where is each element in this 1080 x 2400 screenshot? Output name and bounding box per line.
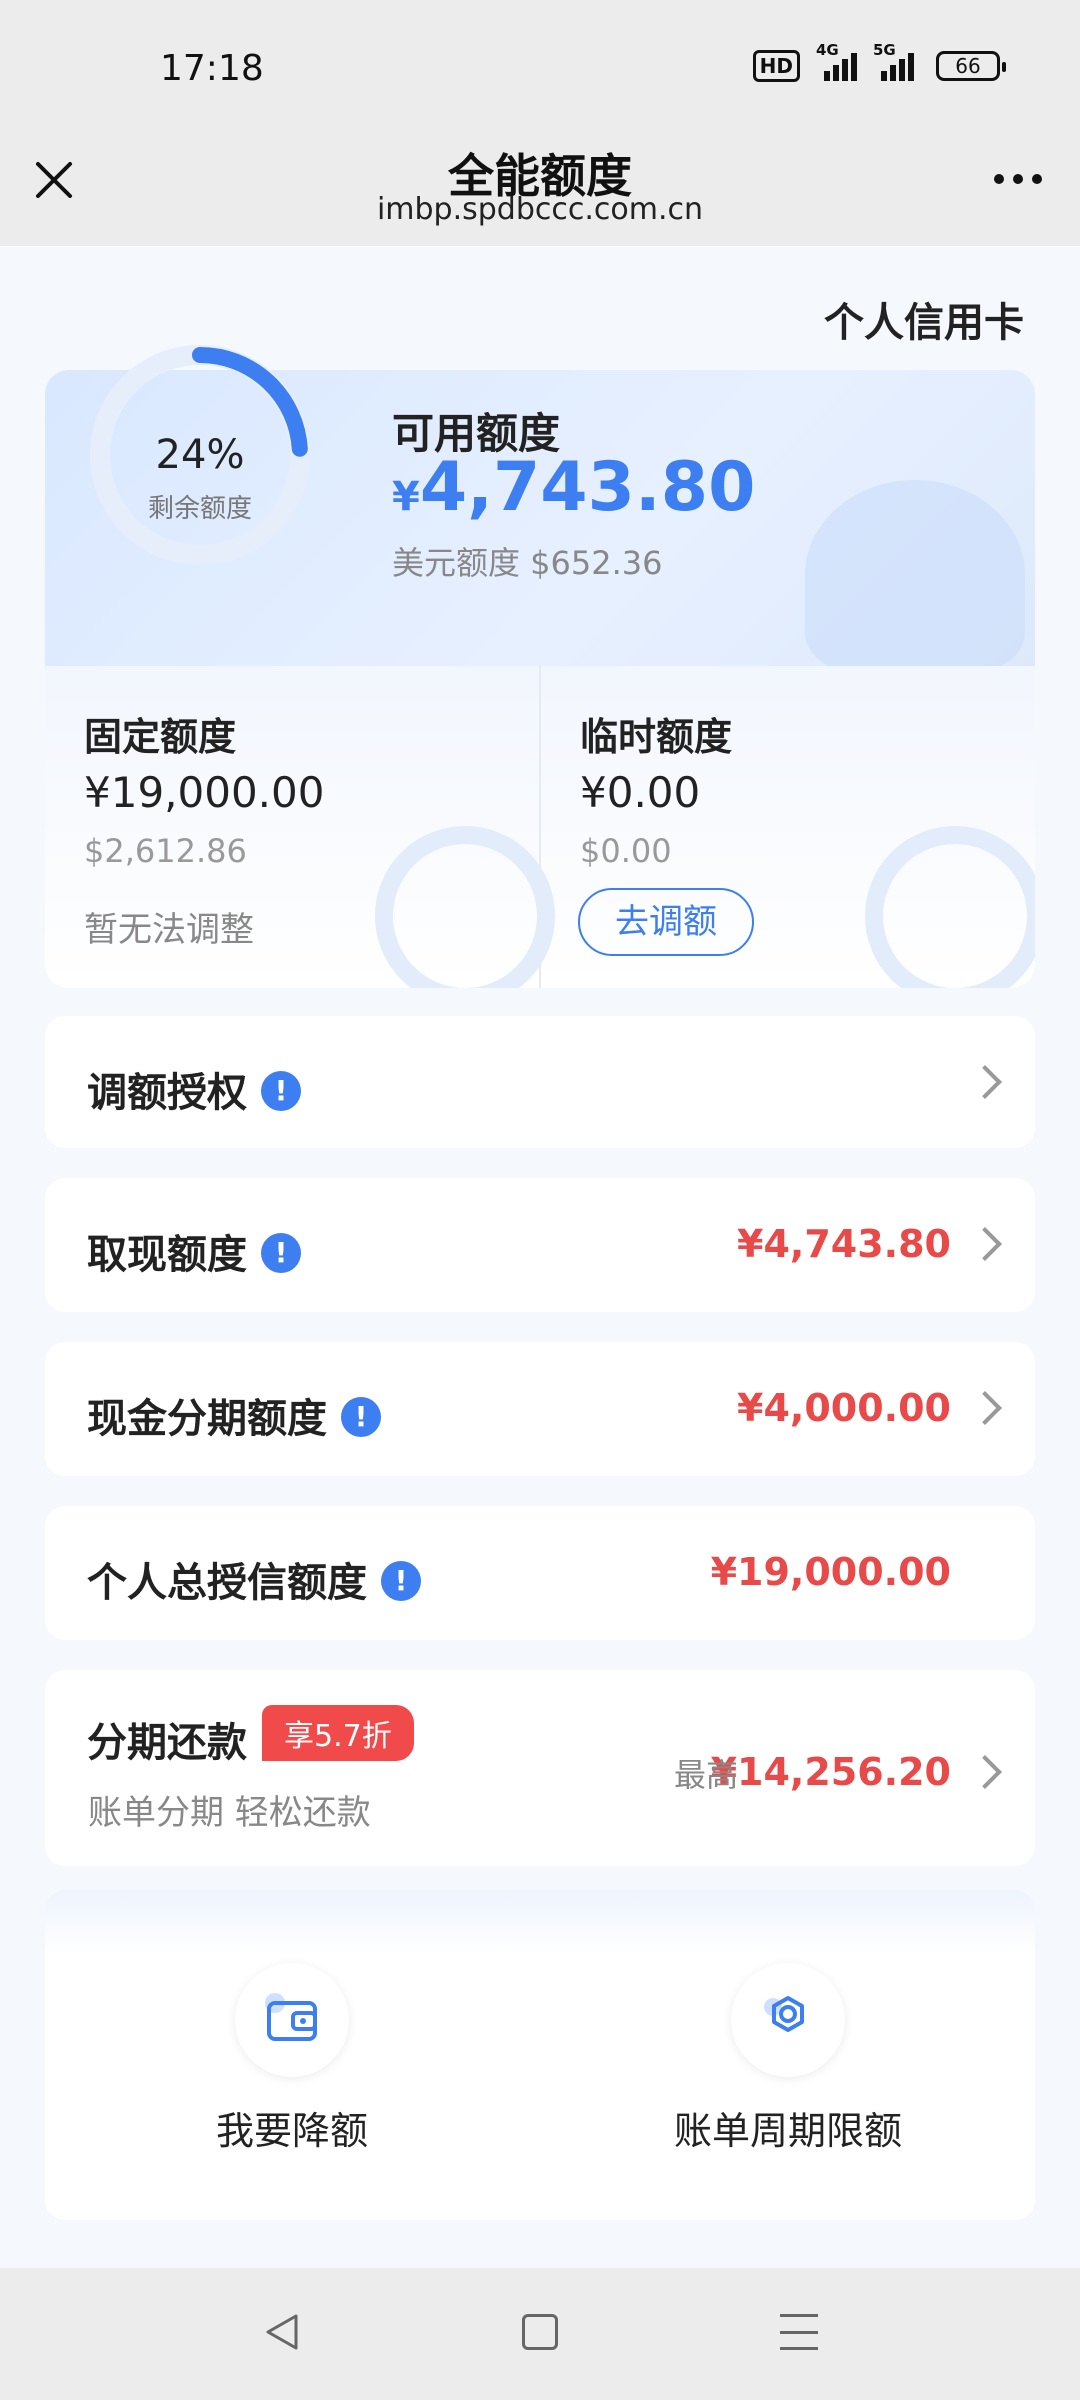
fixed-quota-usd: $2,612.86 — [84, 832, 247, 870]
actions-panel — [45, 1890, 1035, 2220]
fixed-quota-label: 固定额度 — [84, 715, 237, 759]
ring-label: 剩余额度 — [147, 494, 252, 524]
discount-badge: 享5.7折 — [262, 1705, 414, 1761]
temp-quota-usd: $0.00 — [580, 832, 672, 870]
status-icons: HD 4G 5G 66 — [752, 41, 1006, 82]
currency-symbol: ¥ — [392, 474, 420, 520]
chevron-right-icon — [968, 1755, 1002, 1789]
wallet-icon — [265, 1993, 317, 2041]
hd-icon: HD — [752, 50, 800, 82]
system-nav-bar — [0, 2268, 1080, 2400]
row-label: 个人总授信额度 — [87, 1560, 367, 1606]
status-time: 17:18 — [160, 48, 264, 89]
status-bar: 17:18 HD 4G 5G 66 — [0, 0, 1080, 140]
app-header: 全能额度 imbp.spdbccc.com.cn — [0, 140, 1080, 246]
temp-quota-amount: ¥0.00 — [580, 768, 701, 817]
available-amount: ¥4,743.80 — [392, 448, 755, 527]
fixed-quota-note: 暂无法调整 — [84, 910, 254, 950]
signal-5g-icon: 5G — [873, 41, 914, 81]
row-total-credit: 个人总授信额度! ¥19,000.00 — [45, 1506, 1035, 1640]
row-adjust-authorization[interactable]: 调额授权! — [45, 1016, 1035, 1148]
row-installment-repayment[interactable]: 分期还款 ¥14,256.20 — [45, 1670, 1035, 1866]
chevron-right-icon — [968, 1391, 1002, 1425]
ring-percent: 24% — [155, 432, 245, 478]
total-credit-value: ¥19,000.00 — [710, 1550, 951, 1594]
info-icon[interactable]: ! — [341, 1397, 381, 1437]
recent-apps-icon[interactable] — [780, 2314, 818, 2350]
chevron-right-icon — [968, 1227, 1002, 1261]
more-menu-icon[interactable] — [994, 164, 1054, 194]
coin-decoration — [865, 826, 1035, 988]
cash-quota-value: ¥4,743.80 — [737, 1222, 951, 1266]
available-value: 4,743.80 — [419, 448, 756, 527]
max-label: 最高 — [673, 1756, 738, 1794]
installment-subtitle: 账单分期 轻松还款 — [88, 1793, 371, 1833]
signal-4g-icon: 4G — [816, 41, 857, 81]
reduce-quota-label[interactable]: 我要降额 — [142, 2100, 442, 2155]
row-cash-quota[interactable]: 取现额度! ¥4,743.80 — [45, 1178, 1035, 1312]
info-icon[interactable]: ! — [381, 1561, 421, 1601]
home-icon[interactable] — [522, 2314, 558, 2350]
back-icon[interactable] — [262, 2312, 302, 2352]
info-icon[interactable]: ! — [261, 1071, 301, 1111]
temp-quota-label: 临时额度 — [580, 715, 733, 759]
fixed-quota-amount: ¥19,000.00 — [84, 768, 325, 817]
gear-icon — [764, 1996, 804, 2032]
row-label: 调额授权 — [87, 1070, 247, 1116]
billing-cycle-limit-label[interactable]: 账单周期限额 — [638, 2100, 938, 2155]
reduce-quota-action[interactable] — [235, 1963, 349, 2077]
row-label: 分期还款 — [87, 1720, 247, 1766]
usd-quota: 美元额度 $652.36 — [392, 544, 663, 582]
money-bag-decoration — [805, 480, 1025, 670]
yuan-coin-decoration — [375, 826, 555, 988]
chevron-right-icon — [968, 1065, 1002, 1099]
cash-installment-value: ¥4,000.00 — [737, 1386, 951, 1430]
billing-cycle-limit-action[interactable] — [731, 1963, 845, 2077]
installment-max-value: ¥14,256.20 — [710, 1750, 951, 1794]
battery-icon: 66 — [936, 51, 1006, 81]
row-label: 现金分期额度 — [87, 1396, 327, 1442]
row-cash-installment-quota[interactable]: 现金分期额度! ¥4,000.00 — [45, 1342, 1035, 1476]
divider — [539, 666, 541, 988]
row-label: 取现额度 — [87, 1232, 247, 1278]
adjust-quota-button[interactable]: 去调额 — [578, 888, 754, 956]
page-url: imbp.spdbccc.com.cn — [376, 192, 704, 227]
info-icon[interactable]: ! — [261, 1233, 301, 1273]
card-type-label: 个人信用卡 — [824, 300, 1024, 346]
